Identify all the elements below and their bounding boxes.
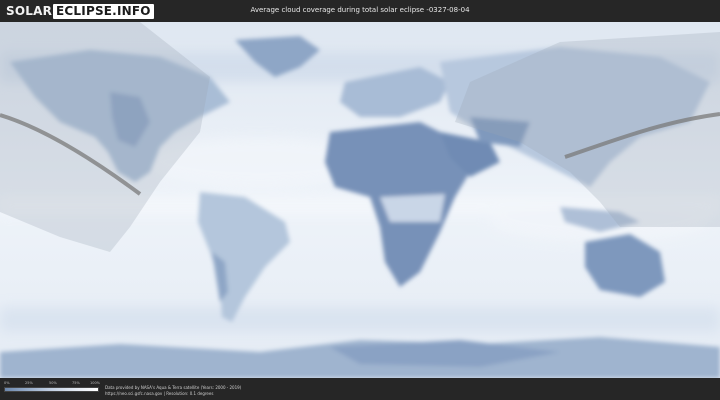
credit-line-2: https://neo.sci.gsfc.nasa.gov | Resoluti… (105, 391, 214, 396)
legend-tick: 100% (90, 381, 101, 385)
data-credit: Data provided by NASA's Aqua & Terra sat… (105, 385, 241, 397)
cloud-coverage-world-map (0, 22, 720, 378)
legend-tick: 50% (49, 381, 57, 385)
legend-tick: 75% (72, 381, 80, 385)
page-title: Average cloud coverage during total sola… (250, 6, 470, 14)
cloud-coverage-legend (4, 387, 99, 393)
legend-tick: 0% (4, 381, 10, 385)
legend-color-bar (4, 387, 99, 392)
legend-tick: 25% (25, 381, 33, 385)
header-bar: SOLAR ECLIPSE.INFO Average cloud coverag… (0, 0, 720, 22)
footer-bar: 0% 25% 50% 75% 100% Data provided by NAS… (0, 378, 720, 400)
